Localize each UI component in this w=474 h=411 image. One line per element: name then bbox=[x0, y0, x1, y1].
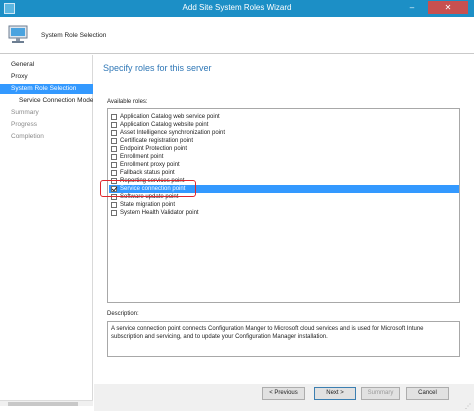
scrollbar-thumb[interactable] bbox=[8, 402, 78, 406]
role-item[interactable]: State migration point bbox=[109, 201, 459, 209]
summary-button: Summary bbox=[361, 387, 400, 400]
role-item[interactable]: Application Catalog website point bbox=[109, 121, 459, 129]
role-label: Application Catalog website point bbox=[120, 122, 209, 128]
role-checkbox[interactable] bbox=[111, 210, 117, 216]
role-item[interactable]: Enrollment proxy point bbox=[109, 161, 459, 169]
role-item[interactable]: Fallback status point bbox=[109, 169, 459, 177]
role-checkbox[interactable] bbox=[111, 138, 117, 144]
role-checkbox[interactable] bbox=[111, 114, 117, 120]
role-checkbox[interactable] bbox=[111, 154, 117, 160]
next-button[interactable]: Next > bbox=[314, 387, 356, 400]
computer-icon bbox=[8, 25, 28, 43]
content-heading: Specify roles for this server bbox=[103, 63, 212, 73]
role-label: System Health Validator point bbox=[120, 210, 199, 216]
role-checkbox[interactable] bbox=[111, 162, 117, 168]
resize-grip-icon[interactable]: ⋰ bbox=[465, 403, 472, 410]
cancel-button[interactable]: Cancel bbox=[406, 387, 449, 400]
minimize-button[interactable]: – bbox=[401, 1, 423, 14]
role-label: Certificate registration point bbox=[120, 138, 194, 144]
nav-item-completion: Completion bbox=[11, 133, 44, 140]
page-title: System Role Selection bbox=[41, 32, 107, 39]
previous-button[interactable]: < Previous bbox=[262, 387, 305, 400]
role-label: Enrollment proxy point bbox=[120, 162, 180, 168]
highlight-outline bbox=[100, 180, 196, 197]
wizard-header: System Role Selection bbox=[0, 17, 474, 54]
nav-item-service-connection-mode[interactable]: Service Connection Mode bbox=[0, 96, 93, 106]
wizard-nav: General Proxy System Role Selection Serv… bbox=[0, 55, 93, 406]
role-label: State migration point bbox=[120, 202, 176, 208]
role-item[interactable]: Asset Intelligence synchronization point bbox=[109, 129, 459, 137]
role-checkbox[interactable] bbox=[111, 170, 117, 176]
role-label: Application Catalog web service point bbox=[120, 114, 220, 120]
description-text: A service connection point connects Conf… bbox=[107, 321, 460, 357]
role-label: Asset Intelligence synchronization point bbox=[120, 130, 226, 136]
nav-item-proxy[interactable]: Proxy bbox=[0, 72, 93, 82]
role-label: Fallback status point bbox=[120, 170, 175, 176]
role-item[interactable]: Endpoint Protection point bbox=[109, 145, 459, 153]
role-checkbox[interactable] bbox=[111, 146, 117, 152]
role-item[interactable]: Certificate registration point bbox=[109, 137, 459, 145]
role-item[interactable]: Application Catalog web service point bbox=[109, 113, 459, 121]
nav-item-system-role-selection[interactable]: System Role Selection bbox=[0, 84, 93, 94]
nav-item-summary: Summary bbox=[11, 109, 39, 116]
description-label: Description: bbox=[107, 311, 139, 317]
nav-item-progress: Progress bbox=[11, 121, 38, 128]
role-label: Endpoint Protection point bbox=[120, 146, 188, 152]
nav-item-general[interactable]: General bbox=[0, 60, 93, 70]
role-item[interactable]: Enrollment point bbox=[109, 153, 459, 161]
nav-horizontal-scrollbar[interactable] bbox=[0, 400, 93, 406]
role-checkbox[interactable] bbox=[111, 130, 117, 136]
available-roles-label: Available roles: bbox=[107, 99, 148, 105]
roles-list: Application Catalog web service point Ap… bbox=[107, 108, 460, 303]
role-checkbox[interactable] bbox=[111, 122, 117, 128]
title-bar: Add Site System Roles Wizard – ✕ bbox=[0, 0, 474, 17]
role-checkbox[interactable] bbox=[111, 202, 117, 208]
close-button[interactable]: ✕ bbox=[428, 1, 468, 14]
role-label: Enrollment point bbox=[120, 154, 164, 160]
role-item[interactable]: System Health Validator point bbox=[109, 209, 459, 217]
